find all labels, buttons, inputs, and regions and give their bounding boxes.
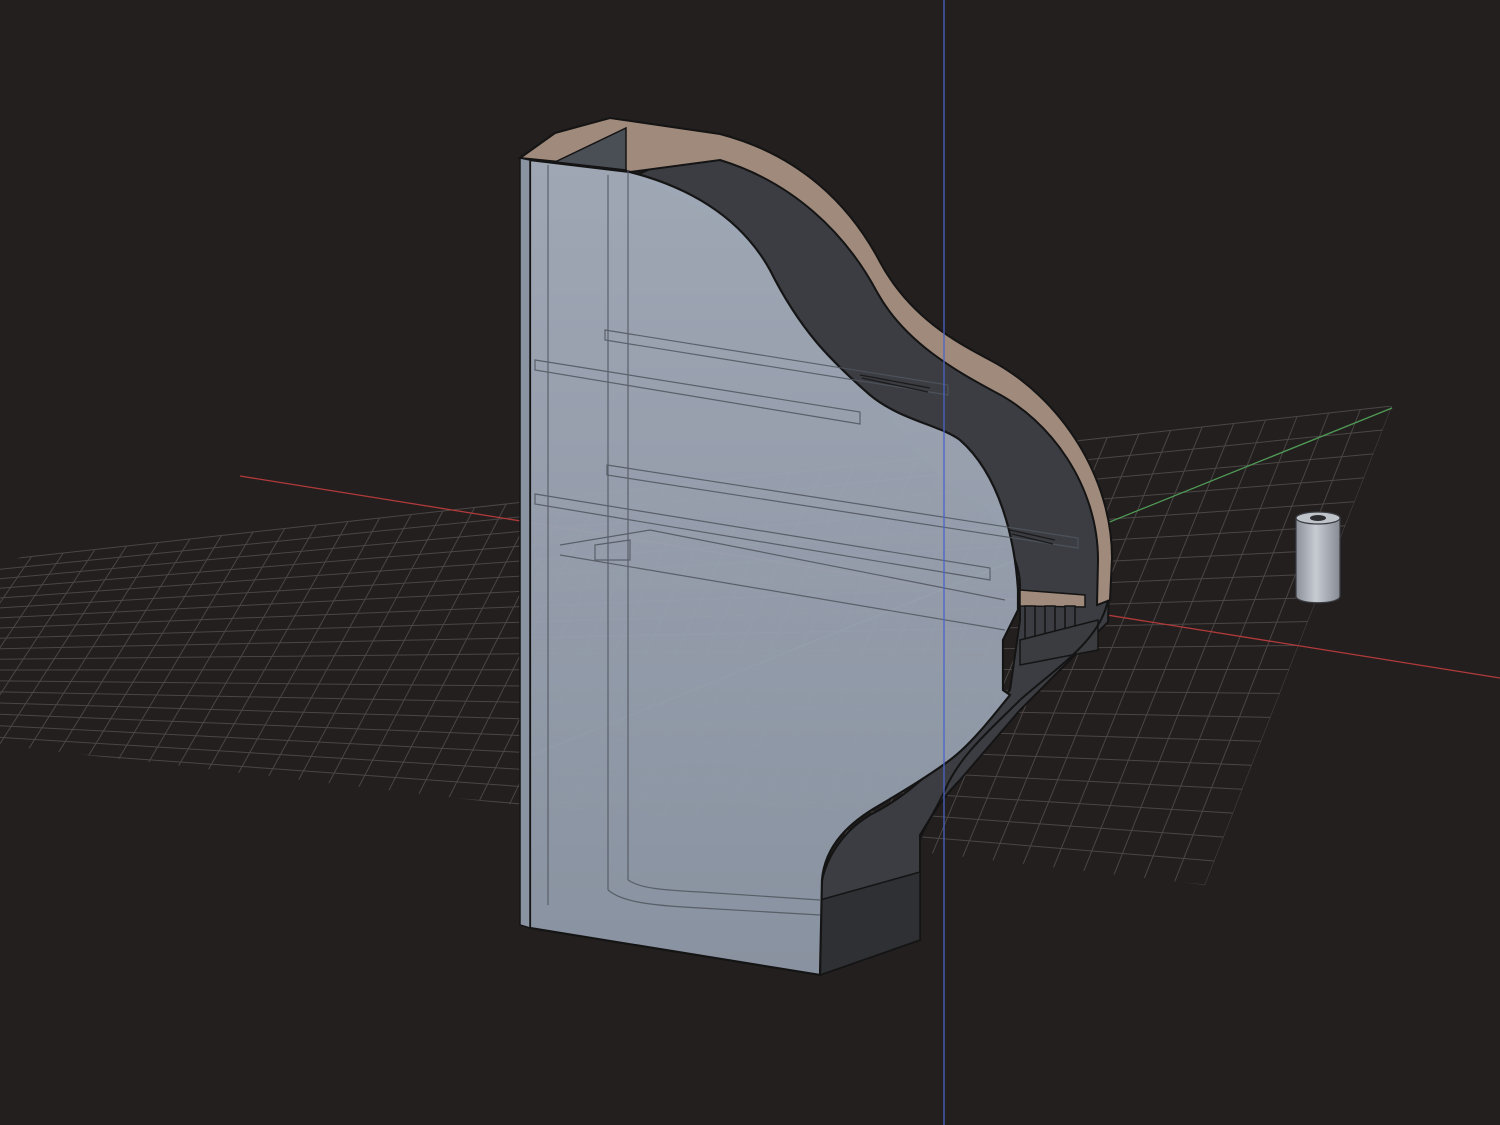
spacer-cylinder[interactable]	[1295, 511, 1341, 604]
front-face	[528, 158, 1020, 977]
cylinder-body	[1295, 517, 1341, 604]
cylinder-hole	[1310, 515, 1326, 521]
left-side-face	[519, 157, 531, 930]
3d-viewport[interactable]	[0, 0, 1500, 1125]
viewport-canvas[interactable]	[0, 0, 1500, 1125]
case-body[interactable]	[517, 116, 1114, 977]
